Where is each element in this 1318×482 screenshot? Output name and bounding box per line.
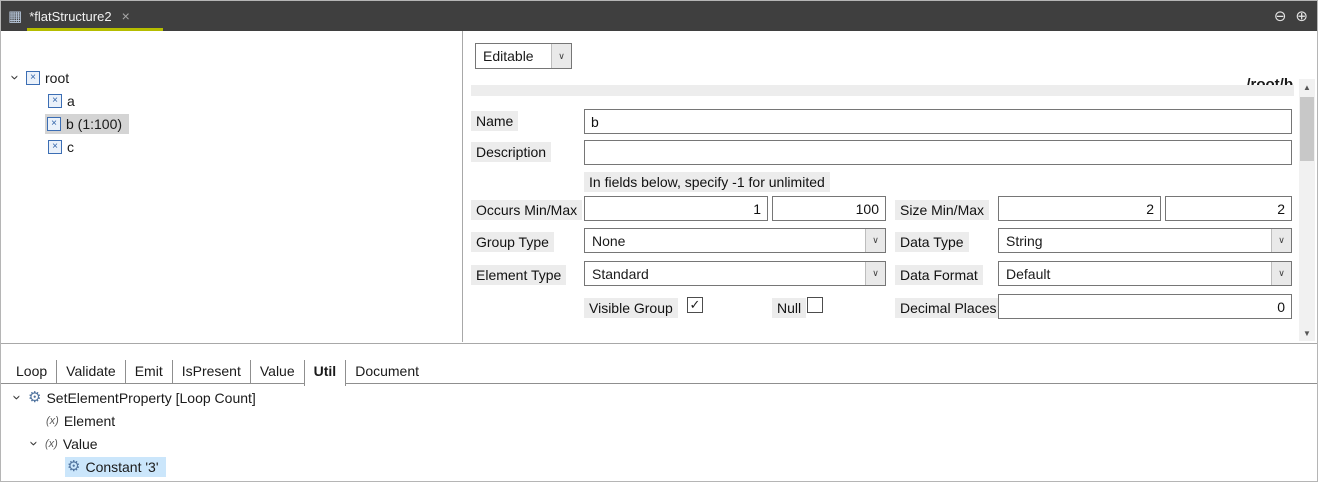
rule-item-setelementproperty[interactable]: › ⚙ SetElementProperty [Loop Count] <box>1 386 1317 409</box>
tab-document[interactable]: Document <box>346 360 428 384</box>
chevron-down-icon: ∨ <box>865 229 885 252</box>
tab-flatstructure2[interactable]: *flatStructure2 × <box>29 1 136 31</box>
tab-validate[interactable]: Validate <box>56 360 125 384</box>
visible-group-checkbox[interactable]: ✓ <box>687 297 703 313</box>
circle-plus-icon[interactable]: ⊕ <box>1295 9 1308 24</box>
element-icon: × <box>48 94 62 108</box>
size-minmax-label: Size Min/Max <box>895 200 989 220</box>
data-format-dropdown[interactable]: Default ∨ <box>998 261 1292 286</box>
decimal-places-label: Decimal Places <box>895 298 1001 318</box>
tab-bar: ▦ *flatStructure2 × ⊖ ⊕ <box>1 1 1317 31</box>
tab-util[interactable]: Util <box>304 360 347 386</box>
structure-tree-panel: › × root × a × b (1:100) × c <box>1 31 463 342</box>
unlimited-info-text: In fields below, specify -1 for unlimite… <box>584 172 830 192</box>
rule-item-element[interactable]: (x) Element <box>1 409 1317 432</box>
tab-title: *flatStructure2 <box>29 9 111 24</box>
tree-item-label: c <box>67 139 74 155</box>
tab-loop[interactable]: Loop <box>7 360 56 384</box>
size-max-input[interactable] <box>1165 196 1292 221</box>
data-type-value: String <box>999 229 1271 252</box>
mode-dropdown[interactable]: Editable ∨ <box>475 43 572 69</box>
chevron-down-icon: ∨ <box>1271 229 1291 252</box>
tree-item-root[interactable]: › × root <box>1 66 462 89</box>
mode-dropdown-value: Editable <box>476 44 551 68</box>
titlebar-actions: ⊖ ⊕ <box>1274 9 1308 24</box>
vertical-scrollbar[interactable]: ▲ ▼ <box>1299 79 1315 341</box>
occurs-max-input[interactable] <box>772 196 886 221</box>
chevron-down-icon[interactable]: › <box>9 392 26 404</box>
data-type-dropdown[interactable]: String ∨ <box>998 228 1292 253</box>
occurs-minmax-label: Occurs Min/Max <box>471 200 582 220</box>
rule-item-label: SetElementProperty [Loop Count] <box>46 390 255 406</box>
rule-item-value[interactable]: › (x) Value <box>1 432 1317 455</box>
chevron-down-icon[interactable]: › <box>26 438 43 450</box>
tab-emit[interactable]: Emit <box>125 360 172 384</box>
element-type-dropdown[interactable]: Standard ∨ <box>584 261 886 286</box>
app-icon: ▦ <box>8 7 22 25</box>
size-min-input[interactable] <box>998 196 1161 221</box>
chevron-down-icon: ∨ <box>865 262 885 285</box>
close-icon[interactable]: × <box>122 8 130 24</box>
scroll-down-icon[interactable]: ▼ <box>1299 325 1315 341</box>
tree-item-label: a <box>67 93 75 109</box>
rule-item-label: Element <box>64 413 115 429</box>
tab-value[interactable]: Value <box>250 360 304 384</box>
rule-item-constant[interactable]: ⚙ Constant '3' <box>1 455 1317 478</box>
group-type-label: Group Type <box>471 232 554 252</box>
element-icon: × <box>48 140 62 154</box>
tree-item-label: b (1:100) <box>66 116 122 132</box>
data-format-label: Data Format <box>895 265 983 285</box>
tree-item-b[interactable]: × b (1:100) <box>1 112 462 135</box>
expression-icon: (x) <box>45 438 58 450</box>
null-label: Null <box>772 298 806 318</box>
chevron-down-icon[interactable]: › <box>7 72 24 84</box>
scrollbar-thumb[interactable] <box>1300 97 1314 161</box>
data-type-label: Data Type <box>895 232 969 252</box>
tab-ispresent[interactable]: IsPresent <box>172 360 250 384</box>
visible-group-label: Visible Group <box>584 298 678 318</box>
element-type-label: Element Type <box>471 265 566 285</box>
check-icon: ✓ <box>688 298 702 312</box>
chevron-down-icon: ∨ <box>551 44 571 68</box>
expression-icon: (x) <box>46 415 59 427</box>
tree-item-c[interactable]: × c <box>1 135 462 158</box>
selected-row-highlight: ⚙ Constant '3' <box>65 457 166 477</box>
chevron-down-icon: ∨ <box>1271 262 1291 285</box>
null-checkbox[interactable] <box>807 297 823 313</box>
app-window: ▦ *flatStructure2 × ⊖ ⊕ › × root × a × b… <box>0 0 1318 482</box>
element-type-value: Standard <box>585 262 865 285</box>
tree-item-a[interactable]: × a <box>1 89 462 112</box>
form-top-spacer <box>471 85 1294 96</box>
scroll-up-icon[interactable]: ▲ <box>1299 79 1315 95</box>
data-format-value: Default <box>999 262 1271 285</box>
rule-tab-bar: Loop Validate Emit IsPresent Value Util … <box>7 360 428 386</box>
element-icon: × <box>26 71 40 85</box>
group-type-value: None <box>585 229 865 252</box>
description-input[interactable] <box>584 140 1292 165</box>
occurs-min-input[interactable] <box>584 196 768 221</box>
rules-panel: Loop Validate Emit IsPresent Value Util … <box>1 343 1317 482</box>
rule-item-label: Constant '3' <box>85 459 158 475</box>
decimal-places-input[interactable] <box>998 294 1292 319</box>
selected-row-highlight: × b (1:100) <box>45 114 129 134</box>
circle-minus-icon[interactable]: ⊖ <box>1274 9 1287 24</box>
gear-icon: ⚙ <box>28 390 41 405</box>
gear-icon: ⚙ <box>67 459 80 474</box>
element-icon: × <box>47 117 61 131</box>
group-type-dropdown[interactable]: None ∨ <box>584 228 886 253</box>
name-label: Name <box>471 111 518 131</box>
name-input[interactable] <box>584 109 1292 134</box>
rule-item-label: Value <box>63 436 98 452</box>
description-label: Description <box>471 142 551 162</box>
tree-item-label: root <box>45 70 69 86</box>
